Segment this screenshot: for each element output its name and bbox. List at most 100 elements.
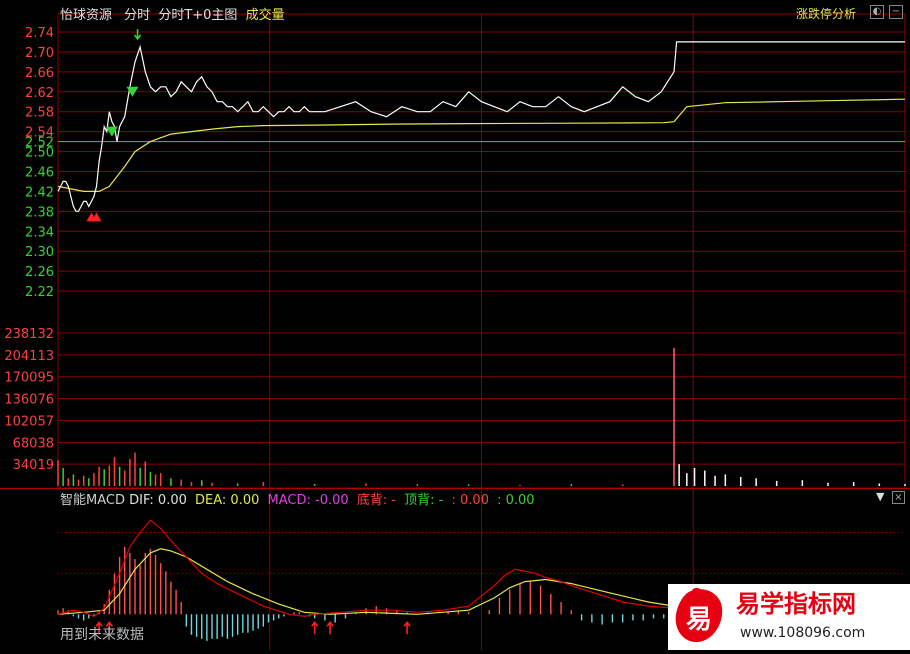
- volume-bar: [82, 475, 85, 486]
- volume-bar: [118, 466, 121, 486]
- macd-dea-label: DEA: 0.00: [195, 493, 260, 508]
- volume-bar: [62, 468, 64, 486]
- volume-bar: [827, 482, 829, 486]
- volume-bar: [236, 483, 239, 486]
- macd-buy-arrow: [311, 620, 319, 635]
- volume-bar: [365, 483, 367, 486]
- volume-bar: [67, 478, 70, 486]
- price-tick-label: 2.70: [25, 46, 54, 61]
- volume-bar: [467, 484, 470, 486]
- volume-bar: [878, 483, 881, 486]
- volume-bar: [211, 482, 213, 486]
- volume-bar: [170, 478, 172, 486]
- prev-close-label: 2.52: [25, 136, 54, 151]
- volume-bar: [98, 466, 100, 486]
- sell-arrow-marker: [133, 28, 142, 41]
- volume-tick-label: 102057: [4, 414, 54, 429]
- price-tick-label: 2.46: [25, 165, 54, 180]
- site-logo[interactable]: 易 易学指标网 www.108096.com: [668, 584, 910, 650]
- macd-top-div-label: 顶背: -: [404, 493, 444, 508]
- chart-header: 怡球资源 分时 分时T+0主图 成交量: [60, 4, 285, 23]
- volume-bar: [714, 475, 716, 486]
- volume-bar: [200, 480, 203, 486]
- stock-name[interactable]: 怡球资源: [60, 8, 112, 23]
- volume-tick-label: 204113: [4, 349, 54, 364]
- macd-extra-2: : 0.00: [497, 493, 535, 508]
- price-tick-label: 2.58: [25, 106, 54, 121]
- volume-bar: [673, 347, 675, 486]
- volume-bar: [693, 468, 696, 486]
- volume-bar: [416, 484, 419, 486]
- volume-bar: [108, 465, 111, 486]
- macd-header: 智能MACD DIF: 0.00 DEA: 0.00 MACD: -0.00 底…: [60, 489, 535, 508]
- volume-bar: [77, 479, 80, 486]
- volume-bar: [704, 470, 706, 486]
- volume-bar: [686, 473, 688, 486]
- price-tick-label: 2.22: [25, 285, 54, 300]
- volume-bar: [129, 459, 131, 486]
- mode-intraday-t0[interactable]: 分时T+0主图: [158, 8, 237, 23]
- price-tick-label: 2.38: [25, 205, 54, 220]
- volume-bar: [144, 461, 147, 486]
- volume-bar: [180, 479, 182, 486]
- volume-bar: [123, 470, 126, 486]
- volume-bar: [313, 484, 316, 486]
- future-data-note: 用到未来数据: [60, 627, 144, 643]
- volume-bar: [57, 460, 59, 486]
- volume-bar: [139, 468, 141, 486]
- volume-bar: [755, 478, 757, 486]
- price-tick-label: 2.42: [25, 185, 54, 200]
- volume-bar: [72, 474, 75, 486]
- mode-intraday[interactable]: 分时: [124, 8, 150, 23]
- logo-badge: 易 易学指标网 www.108096.com: [675, 587, 865, 643]
- macd-dif-label: DIF: 0.00: [129, 493, 187, 508]
- volume-bar: [190, 482, 193, 486]
- volume-bar: [93, 473, 95, 486]
- volume-bar: [113, 457, 116, 486]
- price-tick-label: 2.74: [25, 26, 54, 41]
- volume-tick-label: 136076: [4, 393, 54, 408]
- macd-value-label: MACD: -0.00: [267, 493, 349, 508]
- macd-dropdown-icon[interactable]: ▼: [876, 490, 884, 503]
- volume-tick-label: 68038: [13, 436, 54, 451]
- price-tick-label: 2.62: [25, 86, 54, 101]
- macd-extra-1: : 0.00: [451, 493, 489, 508]
- macd-title: 智能MACD: [60, 493, 125, 508]
- volume-bar: [739, 477, 742, 486]
- volume-bar: [519, 484, 521, 486]
- macd-buy-arrow: [403, 620, 411, 635]
- volume-bar: [724, 474, 727, 486]
- volume-bar: [262, 482, 265, 486]
- volume-bar: [134, 452, 136, 486]
- volume-bar: [103, 469, 105, 486]
- volume-bar: [154, 474, 157, 486]
- volume-bar: [904, 484, 906, 486]
- settings-icon[interactable]: ◐: [870, 5, 884, 19]
- volume-bar: [149, 471, 152, 486]
- volume-bar: [852, 482, 855, 486]
- limit-analysis-label[interactable]: 涨跌停分析: [796, 5, 856, 22]
- mode-volume[interactable]: 成交量: [246, 8, 285, 23]
- volume-tick-label: 34019: [13, 458, 54, 473]
- macd-buy-arrow: [326, 620, 334, 635]
- minimize-icon[interactable]: −: [889, 5, 903, 19]
- volume-bar: [678, 464, 680, 486]
- volume-bar: [88, 478, 90, 486]
- logo-char: 易: [686, 605, 712, 635]
- volume-bar: [775, 480, 778, 486]
- volume-bar: [159, 473, 162, 486]
- volume-tick-label: 170095: [4, 371, 54, 386]
- chart-svg: 2.742.702.662.622.582.542.502.462.422.38…: [0, 13, 910, 650]
- volume-bar: [621, 484, 624, 486]
- price-tick-label: 2.30: [25, 245, 54, 260]
- volume-bar: [801, 480, 804, 486]
- volume-bar: [570, 484, 573, 486]
- volume-tick-label: 238132: [4, 327, 54, 342]
- logo-name: 易学指标网: [736, 590, 856, 618]
- price-tick-label: 2.34: [25, 225, 54, 240]
- price-tick-label: 2.66: [25, 66, 54, 81]
- macd-close-icon[interactable]: ×: [892, 491, 905, 504]
- price-tick-label: 2.26: [25, 265, 54, 280]
- logo-url: www.108096.com: [740, 625, 865, 641]
- chart-stage: 2.74 2.70 2.66 2.62 2.58 2.54 2.50 2.46 2.42 2.38…: [0, 0, 910, 650]
